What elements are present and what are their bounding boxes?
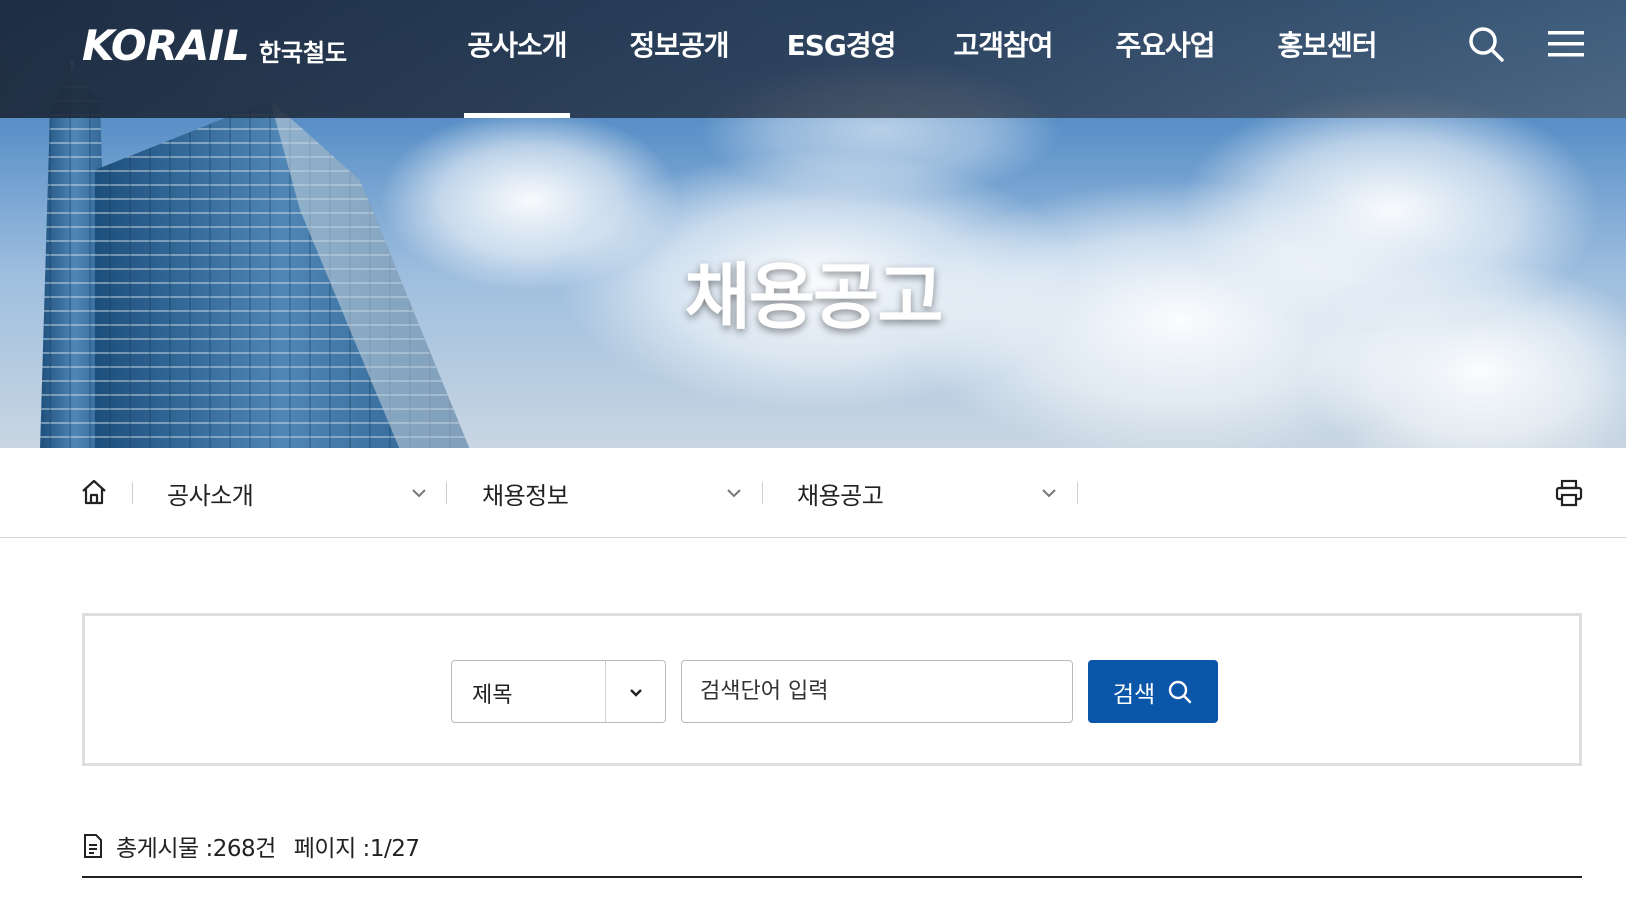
location-depth1-dropdown[interactable]: 공사소개 bbox=[167, 448, 429, 538]
search-button-label: 검색 bbox=[1112, 681, 1156, 708]
location-depth2-dropdown[interactable]: 채용정보 bbox=[482, 448, 744, 538]
search-keyword-input[interactable] bbox=[681, 660, 1073, 723]
nav-item-customer[interactable]: 고객참여 bbox=[922, 0, 1084, 118]
nav-item-company[interactable]: 공사소개 bbox=[436, 0, 598, 118]
search-field-selected-value: 제목 bbox=[472, 683, 513, 708]
chevron-down-icon bbox=[623, 679, 649, 705]
search-button[interactable]: 검색 bbox=[1088, 660, 1218, 723]
document-icon bbox=[84, 834, 102, 858]
search-icon bbox=[1168, 680, 1192, 703]
location-depth3-dropdown[interactable]: 채용공고 bbox=[797, 448, 1059, 538]
page-indicator: 페이지 :1/27 bbox=[293, 836, 420, 862]
total-posts-count: 268건 bbox=[212, 836, 277, 862]
page-title: 채용공고 bbox=[684, 255, 944, 339]
chevron-down-icon bbox=[412, 489, 426, 498]
page-indicator-value: 1/27 bbox=[369, 836, 420, 862]
location-separator bbox=[1077, 482, 1078, 504]
board-stats: 총게시물 :268건 페이지 :1/27 bbox=[82, 828, 420, 864]
table-top-border bbox=[82, 876, 1582, 878]
location-separator bbox=[132, 482, 133, 504]
total-posts-label: 총게시물 :268건 bbox=[116, 836, 277, 862]
home-icon[interactable] bbox=[78, 474, 110, 510]
search-panel: 제목 검색 bbox=[82, 613, 1582, 766]
menu-icon[interactable] bbox=[1546, 24, 1586, 64]
location-depth2-label: 채용정보 bbox=[482, 481, 569, 510]
nav-item-disclosure[interactable]: 정보공개 bbox=[598, 0, 760, 118]
select-divider bbox=[605, 661, 606, 722]
search-icon[interactable] bbox=[1466, 24, 1506, 64]
logo-korean-text: 한국철도 bbox=[258, 39, 348, 67]
hero-banner: KORAIL 한국철도 공사소개 정보공개 ESG경영 고객참여 주요사업 홍보… bbox=[0, 0, 1626, 448]
logo-wordmark: KORAIL bbox=[82, 21, 250, 70]
search-field-select[interactable]: 제목 bbox=[451, 660, 666, 723]
nav-item-pr-center[interactable]: 홍보센터 bbox=[1246, 0, 1408, 118]
location-separator bbox=[446, 482, 447, 504]
location-bar: 공사소개 채용정보 채용공고 bbox=[0, 448, 1626, 538]
chevron-down-icon bbox=[1042, 489, 1056, 498]
location-depth1-label: 공사소개 bbox=[167, 481, 254, 510]
main-navigation: 공사소개 정보공개 ESG경영 고객참여 주요사업 홍보센터 bbox=[436, 0, 1408, 118]
nav-item-esg[interactable]: ESG경영 bbox=[760, 0, 922, 118]
chevron-down-icon bbox=[727, 489, 741, 498]
location-depth3-label: 채용공고 bbox=[797, 481, 884, 510]
header-utility-icons bbox=[1466, 24, 1586, 64]
location-separator bbox=[762, 482, 763, 504]
korail-logo[interactable]: KORAIL 한국철도 bbox=[82, 20, 347, 70]
nav-item-business[interactable]: 주요사업 bbox=[1084, 0, 1246, 118]
printer-icon[interactable] bbox=[1552, 476, 1586, 510]
